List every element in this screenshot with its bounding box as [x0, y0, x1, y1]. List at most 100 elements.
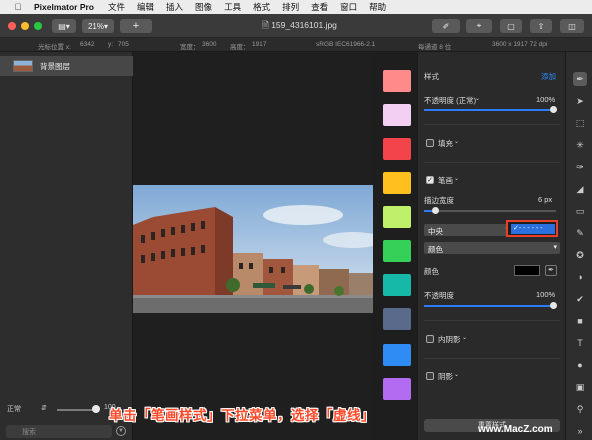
apple-icon[interactable]:  [12, 2, 24, 12]
chevron-down-icon: ⌄ [454, 176, 460, 182]
preset-swatch[interactable] [383, 70, 411, 92]
inspector-toggle-button[interactable]: ◫ [560, 19, 584, 33]
page-icon: ▢ [507, 21, 515, 31]
app-menu[interactable]: Pixelmator Pro [34, 2, 94, 12]
menu-help[interactable]: 帮助 [369, 1, 386, 13]
opacity-blend-select[interactable]: 不透明度 (正常) [424, 95, 476, 106]
minimize-window-button[interactable] [21, 22, 29, 30]
style-tool-icon[interactable]: ✒ [573, 72, 587, 86]
window-titlebar: ▤▾ 21% ▾ + 🗎 159_4316101.jpg ✐ ⌖ ▢ ⇧ ◫ [0, 14, 592, 38]
preset-swatch[interactable] [383, 206, 411, 228]
selection-tool-icon[interactable]: ⬚ [573, 116, 587, 130]
layer-opacity-knob[interactable] [92, 405, 100, 413]
filter-icon[interactable]: ▼ [116, 426, 126, 436]
stroke-position-select[interactable]: 中央 ▾ [424, 224, 512, 236]
eraser-icon[interactable]: ▭ [573, 204, 587, 218]
add-style-button[interactable]: 添加 [541, 71, 556, 82]
cursor-y-label: y: [108, 41, 114, 48]
zoom-value: 21% [87, 21, 104, 31]
preset-swatch[interactable] [383, 104, 411, 126]
brush-tool-button[interactable]: ✐ [432, 19, 460, 33]
crop-tool-icon[interactable]: ▣ [573, 380, 587, 394]
preset-swatch[interactable] [383, 308, 411, 330]
image-dimensions: 3600 x 1917 72 dpi [492, 41, 548, 48]
stroke-color-type-select[interactable]: 颜色 ▾ [424, 242, 560, 254]
inner-shadow-label: 内阴影 [438, 335, 461, 344]
shape-tool-icon[interactable]: ■ [573, 314, 587, 328]
preset-swatch[interactable] [383, 344, 411, 366]
eyedropper-icon[interactable]: ✒ [545, 265, 557, 276]
layer-search-input[interactable]: 搜索 [6, 425, 112, 438]
menu-arrange[interactable]: 排列 [282, 1, 299, 13]
chevron-down-icon: ⌄ [454, 372, 460, 378]
fill-checkbox[interactable] [426, 139, 434, 147]
effects-icon[interactable]: ● [573, 358, 587, 372]
opacity-knob[interactable] [550, 106, 557, 113]
menu-insert[interactable]: 插入 [166, 1, 183, 13]
zoom-tool-icon[interactable]: ⚲ [573, 402, 587, 416]
cursor-x-value: 6342 [80, 41, 95, 48]
inner-shadow-checkbox[interactable] [426, 335, 434, 343]
zoom-window-button[interactable] [34, 22, 42, 30]
preset-swatch[interactable] [383, 274, 411, 296]
watermark: www.MacZ.com [478, 424, 553, 435]
preset-swatch[interactable] [383, 378, 411, 400]
tools-column: ✒ ➤ ⬚ ✳ ✑ ◢ ▭ ✎ ✪ ◑ ✔ ■ T ● ▣ ⚲ » [565, 52, 592, 440]
panel-icon: ◫ [568, 21, 576, 31]
share-button[interactable]: ⇧ [530, 19, 552, 33]
stroke-style-dropdown[interactable]: ✓- - - - - - [506, 220, 558, 237]
stroke-opacity-knob[interactable] [550, 302, 557, 309]
stroke-width-value: 6 px [538, 195, 553, 204]
crop-button[interactable]: ⌖ [466, 19, 492, 33]
color-adjust-icon[interactable]: ◑ [573, 270, 587, 284]
add-button[interactable]: + [120, 19, 152, 33]
menu-window[interactable]: 窗口 [340, 1, 357, 13]
magic-wand-icon[interactable]: ✳ [573, 138, 587, 152]
blend-mode-select[interactable]: 正常 ⇵ [7, 404, 47, 416]
shadow-label: 阴影 [438, 372, 453, 381]
style-title: 样式 [424, 72, 439, 81]
stroke-opacity-slider[interactable] [424, 305, 556, 307]
menu-tools[interactable]: 工具 [224, 1, 241, 13]
pen-tool-icon[interactable]: ✔ [573, 292, 587, 306]
stroke-color-type-value: 颜色 [428, 245, 443, 254]
menu-format[interactable]: 格式 [253, 1, 270, 13]
opacity-slider[interactable] [424, 109, 556, 111]
stroke-checkbox[interactable]: ✓ [426, 176, 434, 184]
pencil-icon[interactable]: ✎ [573, 226, 587, 240]
layer-opacity-slider[interactable] [57, 409, 97, 411]
menu-image[interactable]: 图像 [195, 1, 212, 13]
menu-view[interactable]: 查看 [311, 1, 328, 13]
preset-swatch[interactable] [383, 240, 411, 262]
shadow-checkbox[interactable] [426, 372, 434, 380]
color-label: 颜色 [424, 267, 439, 276]
stroke-width-knob[interactable] [432, 207, 439, 214]
share-icon: ⇧ [537, 21, 545, 31]
zoom-select[interactable]: 21% ▾ [82, 19, 114, 33]
fill-label: 填充 [438, 139, 453, 148]
stroke-width-label: 描边宽度 [424, 196, 454, 205]
text-tool-icon[interactable]: T [573, 336, 587, 350]
stroke-color-well[interactable] [514, 265, 540, 276]
street-photo [133, 185, 373, 313]
close-window-button[interactable] [8, 22, 16, 30]
layer-row[interactable]: 背景图层 [0, 56, 133, 76]
color-profile: sRGB IEC61966-2.1 [316, 41, 376, 48]
preset-swatch[interactable] [383, 172, 411, 194]
height-label: 高度： [230, 44, 250, 51]
retouch-icon[interactable]: ✪ [573, 248, 587, 262]
expand-tools-icon[interactable]: » [573, 424, 587, 438]
canvas-area[interactable] [133, 52, 373, 440]
menu-edit[interactable]: 编辑 [137, 1, 154, 13]
paint-brush-icon[interactable]: ✑ [573, 160, 587, 174]
cursor-x-label: 光标位置 x: [38, 44, 71, 51]
gradient-tool-icon[interactable]: ◢ [573, 182, 587, 196]
dashed-line-option[interactable]: ✓- - - - - - [511, 224, 555, 234]
arrange-tool-icon[interactable]: ➤ [573, 94, 587, 108]
document-button[interactable]: ▢ [500, 19, 522, 33]
menu-bar:  Pixelmator Pro 文件 编辑 插入 图像 工具 格式 排列 查看… [0, 0, 592, 14]
preset-swatch[interactable] [383, 138, 411, 160]
stroke-width-slider[interactable] [424, 210, 556, 212]
sidebar-toggle-button[interactable]: ▤▾ [52, 19, 76, 33]
menu-file[interactable]: 文件 [108, 1, 125, 13]
